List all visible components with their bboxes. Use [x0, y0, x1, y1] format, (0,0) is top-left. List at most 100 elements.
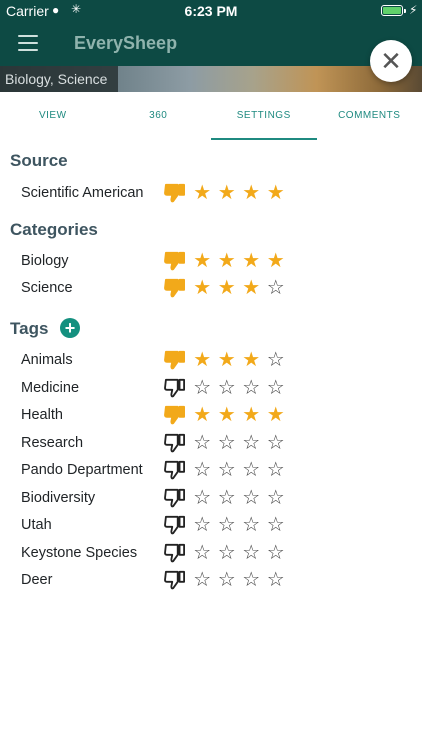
list-item: Keystone Species ☆ ☆ ☆ ☆	[0, 540, 422, 566]
star-filled-icon[interactable]: ★	[215, 403, 240, 427]
rating-control: ★ ★ ★ ★	[164, 181, 288, 205]
thumbs-down-icon[interactable]	[164, 278, 186, 298]
star-empty-icon[interactable]: ☆	[190, 458, 215, 482]
item-label: Medicine	[21, 380, 80, 396]
rating-control: ★ ★ ★ ☆	[164, 348, 288, 372]
list-item: Health ★ ★ ★ ★	[0, 402, 422, 428]
star-filled-icon[interactable]: ★	[239, 249, 264, 273]
item-label: Keystone Species	[21, 545, 138, 561]
item-label: Deer	[21, 572, 53, 588]
star-empty-icon[interactable]: ☆	[239, 513, 264, 537]
thumbs-down-icon[interactable]	[164, 183, 186, 203]
star-empty-icon[interactable]: ☆	[190, 513, 215, 537]
thumbs-down-icon[interactable]	[164, 350, 186, 370]
rating-control: ☆ ☆ ☆ ☆	[164, 541, 288, 565]
star-filled-icon[interactable]: ★	[190, 348, 215, 372]
item-label: Research	[21, 435, 84, 451]
thumbs-down-icon[interactable]	[164, 488, 186, 508]
star-filled-icon[interactable]: ★	[190, 403, 215, 427]
star-empty-icon[interactable]: ☆	[264, 458, 289, 482]
rating-control: ★ ★ ★ ☆	[164, 276, 288, 300]
star-filled-icon[interactable]: ★	[264, 181, 289, 205]
star-empty-icon[interactable]: ☆	[264, 486, 289, 510]
list-item: Deer ☆ ☆ ☆ ☆	[0, 567, 422, 593]
list-item: Science ★ ★ ★ ☆	[0, 275, 422, 301]
thumbs-down-icon[interactable]	[164, 378, 186, 398]
star-filled-icon[interactable]: ★	[264, 403, 289, 427]
tab-settings[interactable]: SETTINGS	[211, 92, 317, 140]
list-item: Scientific American ★ ★ ★ ★	[0, 180, 422, 206]
list-item: Research ☆ ☆ ☆ ☆	[0, 430, 422, 456]
item-label: Scientific American	[21, 185, 144, 201]
star-empty-icon[interactable]: ☆	[190, 486, 215, 510]
star-empty-icon[interactable]: ☆	[215, 376, 240, 400]
rating-control: ☆ ☆ ☆ ☆	[164, 376, 288, 400]
tab-360[interactable]: 360	[106, 92, 212, 140]
list-item: Biodiversity ☆ ☆ ☆ ☆	[0, 485, 422, 511]
star-empty-icon[interactable]: ☆	[264, 568, 289, 592]
star-empty-icon[interactable]: ☆	[239, 486, 264, 510]
thumbs-down-icon[interactable]	[164, 543, 186, 563]
item-label: Biology	[21, 253, 69, 269]
star-empty-icon[interactable]: ☆	[264, 431, 289, 455]
rating-control: ★ ★ ★ ★	[164, 249, 288, 273]
star-filled-icon[interactable]: ★	[215, 181, 240, 205]
star-empty-icon[interactable]: ☆	[190, 568, 215, 592]
star-empty-icon[interactable]: ☆	[190, 431, 215, 455]
star-filled-icon[interactable]: ★	[190, 276, 215, 300]
star-filled-icon[interactable]: ★	[190, 181, 215, 205]
star-empty-icon[interactable]: ☆	[239, 568, 264, 592]
star-empty-icon[interactable]: ☆	[239, 431, 264, 455]
star-empty-icon[interactable]: ☆	[215, 458, 240, 482]
thumbs-down-icon[interactable]	[164, 251, 186, 271]
star-empty-icon[interactable]: ☆	[215, 541, 240, 565]
star-filled-icon[interactable]: ★	[190, 249, 215, 273]
thumbs-down-icon[interactable]	[164, 433, 186, 453]
add-tag-button[interactable]: +	[60, 318, 80, 338]
star-empty-icon[interactable]: ☆	[239, 376, 264, 400]
tab-comments[interactable]: COMMENTS	[317, 92, 422, 140]
star-empty-icon[interactable]: ☆	[264, 513, 289, 537]
rating-control: ☆ ☆ ☆ ☆	[164, 458, 288, 482]
list-item: Utah ☆ ☆ ☆ ☆	[0, 512, 422, 538]
rating-control: ☆ ☆ ☆ ☆	[164, 431, 288, 455]
star-empty-icon[interactable]: ☆	[264, 276, 289, 300]
list-item: Animals ★ ★ ★ ☆	[0, 347, 422, 373]
star-empty-icon[interactable]: ☆	[264, 376, 289, 400]
image-caption: Biology, Science	[0, 66, 118, 92]
star-filled-icon[interactable]: ★	[215, 276, 240, 300]
menu-icon[interactable]	[18, 35, 38, 51]
thumbs-down-icon[interactable]	[164, 405, 186, 425]
star-filled-icon[interactable]: ★	[239, 403, 264, 427]
star-filled-icon[interactable]: ★	[215, 348, 240, 372]
item-label: Biodiversity	[21, 490, 96, 506]
tab-bar: VIEW 360 SETTINGS COMMENTS	[0, 92, 422, 140]
star-empty-icon[interactable]: ☆	[190, 376, 215, 400]
rating-control: ☆ ☆ ☆ ☆	[164, 568, 288, 592]
close-button[interactable]: ✕	[370, 40, 412, 82]
app-bar: EverySheep	[0, 22, 422, 66]
star-empty-icon[interactable]: ☆	[239, 458, 264, 482]
app-title: EverySheep	[74, 33, 178, 53]
star-filled-icon[interactable]: ★	[215, 249, 240, 273]
star-empty-icon[interactable]: ☆	[264, 541, 289, 565]
star-empty-icon[interactable]: ☆	[215, 568, 240, 592]
list-item: Biology ★ ★ ★ ★	[0, 248, 422, 274]
star-filled-icon[interactable]: ★	[239, 348, 264, 372]
star-empty-icon[interactable]: ☆	[215, 431, 240, 455]
star-empty-icon[interactable]: ☆	[239, 541, 264, 565]
plus-icon: +	[64, 318, 76, 338]
star-empty-icon[interactable]: ☆	[215, 513, 240, 537]
star-empty-icon[interactable]: ☆	[264, 348, 289, 372]
thumbs-down-icon[interactable]	[164, 570, 186, 590]
star-empty-icon[interactable]: ☆	[215, 486, 240, 510]
star-filled-icon[interactable]: ★	[239, 181, 264, 205]
star-filled-icon[interactable]: ★	[239, 276, 264, 300]
tab-view[interactable]: VIEW	[0, 92, 106, 140]
star-empty-icon[interactable]: ☆	[190, 541, 215, 565]
thumbs-down-icon[interactable]	[164, 460, 186, 480]
thumbs-down-icon[interactable]	[164, 515, 186, 535]
star-filled-icon[interactable]: ★	[264, 249, 289, 273]
rating-control: ☆ ☆ ☆ ☆	[164, 513, 288, 537]
item-label: Science	[21, 280, 73, 296]
